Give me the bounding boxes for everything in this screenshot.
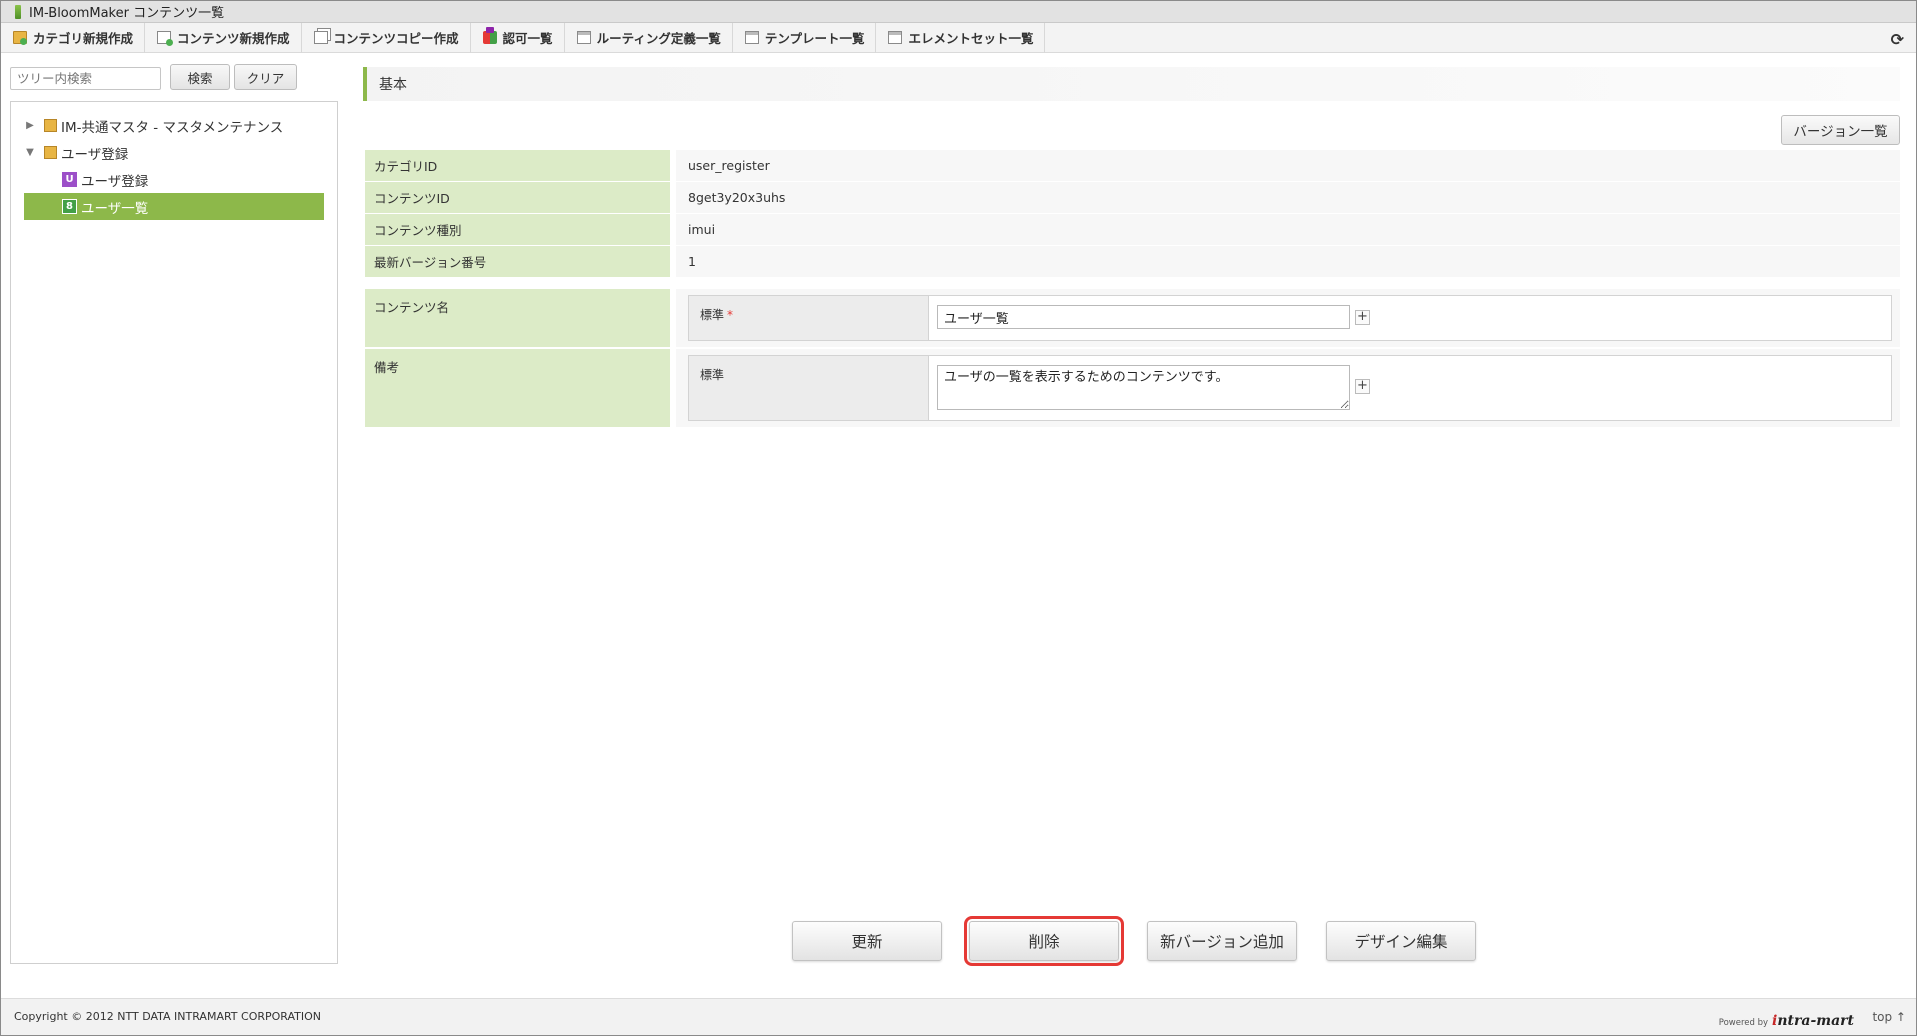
tree-clear-button[interactable]: クリア — [234, 64, 297, 90]
tree-node-label: ユーザ登録 — [81, 173, 149, 190]
add-locale-icon[interactable]: + — [1355, 310, 1370, 325]
info-row-content-type: コンテンツ種別 imui — [365, 214, 1900, 246]
window-icon — [888, 31, 903, 44]
content-name-body: 標準* + — [670, 289, 1900, 347]
content-name-label: コンテンツ名 — [365, 289, 670, 347]
remarks-textarea[interactable]: ユーザの一覧を表示するためのコンテンツです。 — [937, 365, 1350, 410]
info-value: 8get3y20x3uhs — [670, 182, 1900, 213]
info-row-category-id: カテゴリID user_register — [365, 150, 1900, 182]
tree-pane — [10, 101, 338, 964]
authorization-list-button[interactable]: 認可一覧 — [482, 22, 565, 53]
info-value: imui — [670, 214, 1900, 245]
powered-by-logo: Powered by intra-mart — [1719, 1013, 1854, 1029]
locale-field: + — [929, 296, 1891, 340]
folder-add-icon — [13, 31, 27, 45]
info-row-content-id: コンテンツID 8get3y20x3uhs — [365, 182, 1900, 214]
tree-node-user-register-category[interactable]: ▼ ユーザ登録 — [24, 139, 324, 166]
info-table: カテゴリID user_register コンテンツID 8get3y20x3u… — [365, 150, 1900, 278]
content-type-8-icon: 8 — [62, 199, 77, 214]
section-title: 基本 — [379, 77, 407, 93]
info-label: コンテンツ種別 — [365, 214, 670, 245]
element-set-list-button[interactable]: エレメントセット一覧 — [888, 22, 1046, 53]
refresh-icon[interactable]: ⟳ — [1891, 30, 1904, 49]
window-icon — [576, 31, 591, 44]
create-content-button[interactable]: コンテンツ新規作成 — [157, 22, 302, 53]
copyright-text: Copyright © 2012 NTT DATA INTRAMART CORP… — [14, 1010, 322, 1023]
info-row-latest-version: 最新バージョン番号 1 — [365, 246, 1900, 278]
content-name-input[interactable] — [937, 305, 1350, 329]
tree-node-common-master[interactable]: ▶ IM-共通マスタ - マスタメンテナンス — [24, 112, 324, 139]
section-header: 基本 — [363, 67, 1900, 101]
authorization-list-label: 認可一覧 — [502, 31, 553, 46]
add-locale-icon[interactable]: + — [1355, 379, 1370, 394]
footer: Copyright © 2012 NTT DATA INTRAMART CORP… — [1, 998, 1916, 1035]
powered-by-text: Powered by — [1718, 1018, 1769, 1028]
info-value: 1 — [670, 246, 1900, 277]
content-type-u-icon: U — [62, 172, 77, 187]
locale-standard-label: 標準 — [700, 308, 725, 322]
info-label: コンテンツID — [365, 182, 670, 213]
delete-button[interactable]: 削除 — [964, 916, 1124, 966]
routing-list-button[interactable]: ルーティング定義一覧 — [576, 22, 733, 53]
remarks-body: 標準 ユーザの一覧を表示するためのコンテンツです。 + — [670, 349, 1900, 427]
tree-search-input[interactable] — [10, 67, 161, 90]
app-icon — [15, 4, 21, 19]
template-list-label: テンプレート一覧 — [764, 31, 865, 46]
remarks-row: 備考 標準 ユーザの一覧を表示するためのコンテンツです。 + — [365, 349, 1900, 427]
brand-logo: intra-mart — [1772, 1013, 1854, 1029]
locale-label: 標準 — [689, 356, 929, 420]
category-tree: ▶ IM-共通マスタ - マスタメンテナンス ▼ ユーザ登録 U ユーザ登録 8… — [24, 112, 324, 220]
version-list-button[interactable]: バージョン一覧 — [1781, 115, 1900, 145]
locale-label: 標準 * — [689, 296, 929, 340]
copy-content-label: コンテンツコピー作成 — [333, 31, 459, 46]
create-content-label: コンテンツ新規作成 — [177, 31, 290, 46]
folder-icon — [44, 146, 57, 159]
copy-content-button[interactable]: コンテンツコピー作成 — [313, 22, 471, 53]
authorization-icon — [482, 27, 497, 44]
locale-box: 標準 ユーザの一覧を表示するためのコンテンツです。 + — [688, 355, 1892, 421]
info-label: カテゴリID — [365, 150, 670, 181]
tree-node-label: ユーザ登録 — [61, 146, 129, 163]
title-bar: IM-BloomMaker コンテンツ一覧 — [1, 1, 1916, 23]
locale-standard-label: 標準 — [700, 368, 725, 382]
template-list-button[interactable]: テンプレート一覧 — [744, 22, 877, 53]
create-category-button[interactable]: カテゴリ新規作成 — [13, 22, 146, 53]
collapse-icon[interactable]: ▼ — [24, 147, 36, 158]
locale-box: 標準* + — [688, 295, 1892, 341]
update-button[interactable]: 更新 — [792, 921, 942, 961]
info-label: 最新バージョン番号 — [365, 246, 670, 277]
design-edit-button[interactable]: デザイン編集 — [1326, 921, 1476, 961]
tree-search-button[interactable]: 検索 — [170, 64, 230, 90]
folder-icon — [44, 119, 57, 132]
locale-field: ユーザの一覧を表示するためのコンテンツです。 + — [929, 356, 1891, 420]
remarks-label: 備考 — [365, 349, 670, 427]
window-icon — [744, 31, 759, 44]
expand-icon[interactable]: ▶ — [24, 120, 36, 131]
tree-node-label: IM-共通マスタ - マスタメンテナンス — [61, 119, 284, 136]
copy-icon — [313, 31, 328, 44]
toolbar: カテゴリ新規作成 コンテンツ新規作成 コンテンツコピー作成 認可一覧 ルーティン… — [1, 22, 1916, 53]
content-name-row: コンテンツ名 標準* + — [365, 289, 1900, 347]
tree-node-user-register-content[interactable]: U ユーザ登録 — [24, 166, 324, 193]
tree-node-label: ユーザ一覧 — [81, 200, 149, 217]
add-version-button[interactable]: 新バージョン追加 — [1147, 921, 1297, 961]
top-link[interactable]: top ↑ — [1872, 1010, 1906, 1024]
element-set-list-label: エレメントセット一覧 — [908, 31, 1034, 46]
info-value: user_register — [670, 150, 1900, 181]
window-title: IM-BloomMaker コンテンツ一覧 — [29, 6, 225, 21]
page-add-icon — [157, 31, 174, 46]
tree-node-user-list-content[interactable]: 8 ユーザ一覧 — [24, 193, 324, 220]
required-mark: * — [727, 308, 734, 322]
routing-list-label: ルーティング定義一覧 — [596, 31, 721, 46]
create-category-label: カテゴリ新規作成 — [33, 31, 134, 46]
